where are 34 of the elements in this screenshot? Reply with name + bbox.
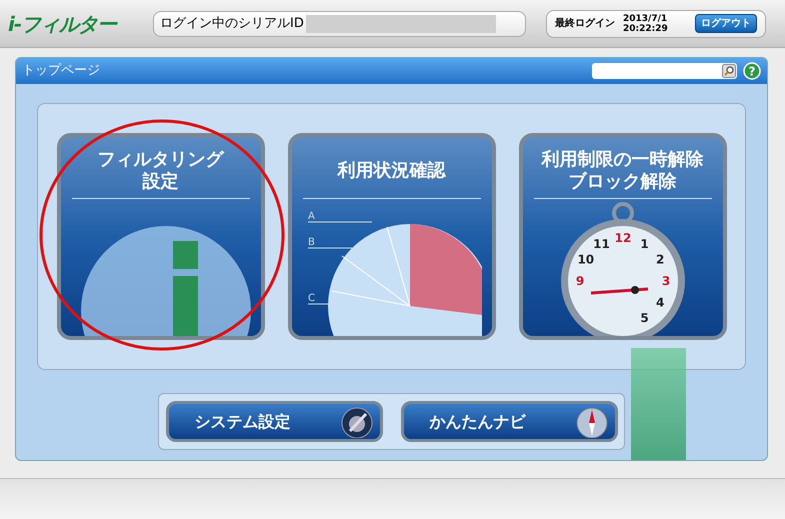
clock-number: 12 [614, 231, 631, 245]
logo: i-フィルター [8, 10, 119, 38]
panel-title: トップページ [22, 62, 100, 80]
clock-number: 1 [640, 236, 648, 251]
clock-number: 9 [575, 274, 584, 288]
serial-id-label: ログイン中のシリアルID [160, 14, 304, 33]
clock-number: 11 [592, 236, 610, 251]
last-login-time: 20:22:29 [623, 24, 668, 34]
logout-button[interactable]: ログアウト [695, 14, 757, 33]
help-icon[interactable]: ? [743, 62, 761, 80]
clock-number: 2 [656, 252, 664, 266]
tile-title: 設定 [142, 170, 178, 192]
clock-number: 4 [656, 296, 664, 310]
menu-tile[interactable]: 利用状況確認 A B C [288, 133, 496, 340]
menu-tile[interactable]: フィルタリング 設定 [56, 133, 264, 340]
clock-number: 5 [640, 311, 648, 326]
search-icon[interactable] [722, 64, 736, 78]
dial-icon [340, 406, 374, 438]
tile-title: 利用制限の一時解除 [542, 148, 704, 170]
compass-icon [574, 406, 608, 438]
clock-number: 10 [576, 252, 594, 266]
menu-button[interactable]: システム設定 [166, 401, 382, 442]
clock-number: 3 [661, 274, 670, 288]
pie-label: A [308, 211, 314, 222]
last-login-date: 2013/7/1 [623, 14, 668, 24]
menu-tile[interactable]: 利用制限の一時解除 ブロック解除 12 1 2 3 4 5 9 10 11 [518, 133, 726, 340]
search-field[interactable] [592, 63, 737, 79]
tile-title: フィルタリング [98, 148, 224, 170]
pie-label: C [308, 293, 314, 304]
pie-label: B [308, 237, 314, 248]
last-login-label: 最終ログイン [555, 16, 615, 31]
menu-button[interactable]: かんたんナビ [400, 401, 618, 442]
tile-title: 利用状況確認 [338, 160, 446, 182]
tile-title: ブロック解除 [568, 170, 676, 192]
